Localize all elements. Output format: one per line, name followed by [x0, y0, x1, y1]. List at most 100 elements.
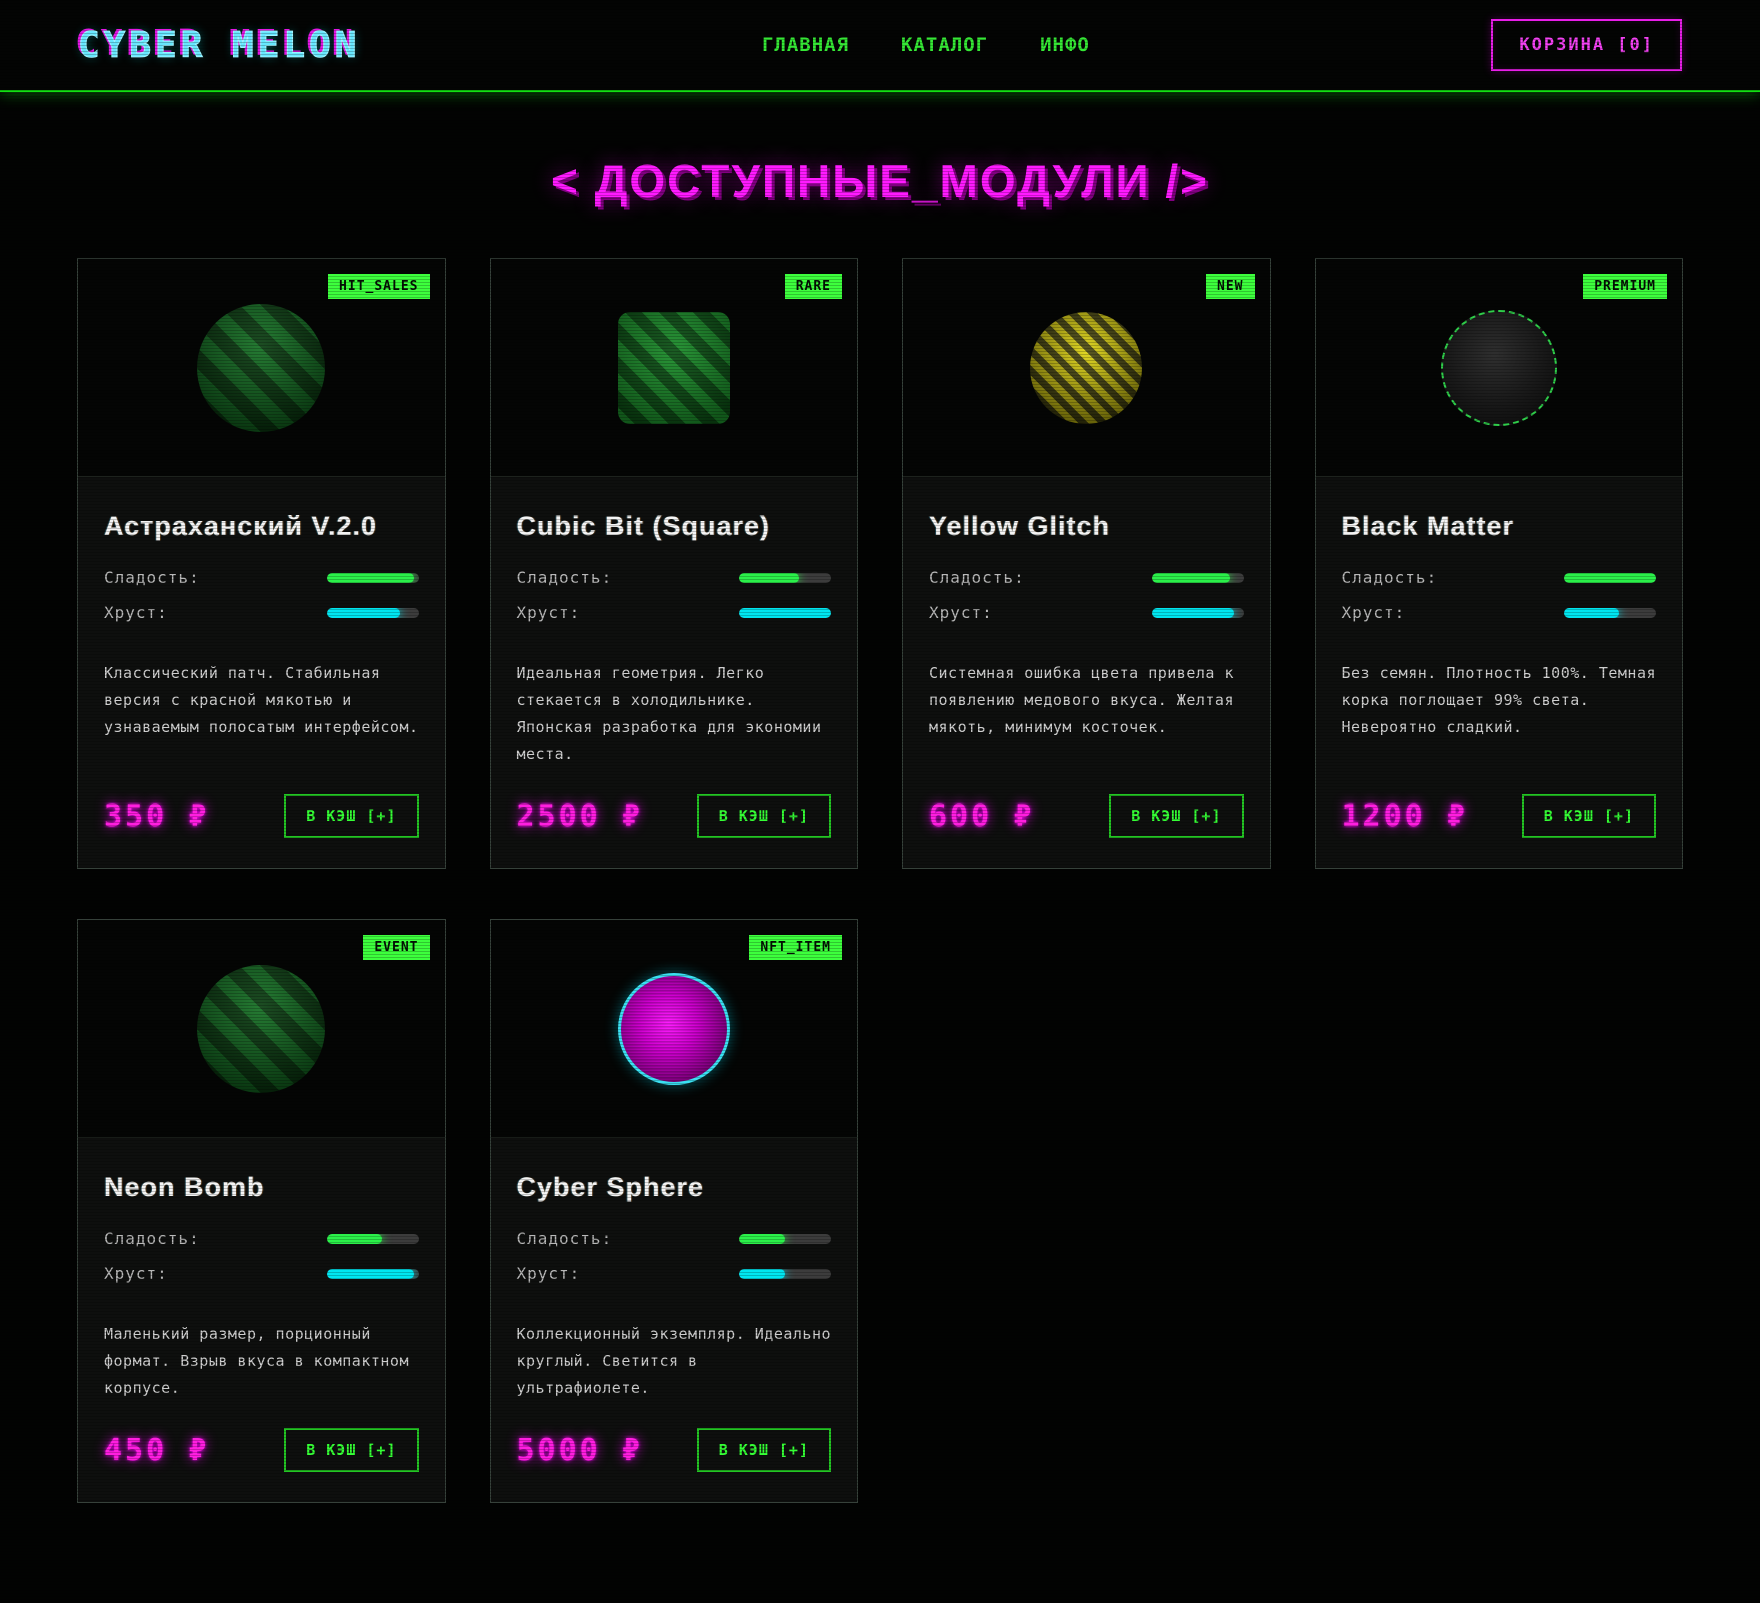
product-image: [197, 304, 325, 432]
crunch-label: Хруст:: [517, 1264, 581, 1283]
crunch-stat-row: Хруст:: [1342, 603, 1657, 622]
product-title: Cubic Bit (Square): [517, 511, 832, 542]
sweetness-stat-row: Сладость:: [929, 568, 1244, 587]
product-description: Классический патч. Стабильная версия с к…: [104, 660, 419, 741]
sweetness-label: Сладость:: [517, 568, 613, 587]
sweetness-bar: [739, 573, 831, 583]
sweetness-bar: [1152, 573, 1244, 583]
product-grid: HIT_SALES Астраханский V.2.0 Сладость: Х…: [77, 258, 1683, 1603]
crunch-stat-row: Хруст:: [929, 603, 1244, 622]
crunch-stat-row: Хруст:: [517, 603, 832, 622]
add-to-cart-button[interactable]: В КЭШ [+]: [697, 794, 831, 838]
product-description: Идеальная геометрия. Легко стекается в х…: [517, 660, 832, 768]
crunch-bar-fill: [327, 1269, 414, 1279]
add-to-cart-button[interactable]: В КЭШ [+]: [284, 794, 418, 838]
product-image-area: HIT_SALES: [78, 259, 445, 477]
product-card: EVENT Neon Bomb Сладость: Хруст: Маленьк…: [77, 919, 446, 1503]
product-badge: RARE: [785, 274, 842, 299]
sweetness-label: Сладость:: [104, 1229, 200, 1248]
crunch-label: Хруст:: [104, 603, 168, 622]
product-card-footer: 2500 ₽ В КЭШ [+]: [517, 768, 832, 838]
product-card-body: Астраханский V.2.0 Сладость: Хруст: Клас…: [78, 477, 445, 868]
crunch-bar-fill: [739, 1269, 785, 1279]
product-card-body: Yellow Glitch Сладость: Хруст: Системная…: [903, 477, 1270, 868]
site-logo: CYBER MELON: [78, 25, 360, 66]
crunch-bar: [327, 1269, 419, 1279]
site-header: CYBER MELON ГЛАВНАЯ КАТАЛОГ ИНФО КОРЗИНА…: [0, 0, 1760, 92]
add-to-cart-button[interactable]: В КЭШ [+]: [1109, 794, 1243, 838]
product-badge: NEW: [1206, 274, 1254, 299]
sweetness-bar: [327, 1234, 419, 1244]
crunch-label: Хруст:: [929, 603, 993, 622]
sweetness-bar-fill: [1152, 573, 1230, 583]
nav-link-info[interactable]: ИНФО: [1040, 34, 1090, 56]
product-image: [618, 312, 730, 424]
product-card-footer: 450 ₽ В КЭШ [+]: [104, 1402, 419, 1472]
product-description: Системная ошибка цвета привела к появлен…: [929, 660, 1244, 741]
product-card: RARE Cubic Bit (Square) Сладость: Хруст:…: [490, 258, 859, 869]
product-card-body: Cubic Bit (Square) Сладость: Хруст: Идеа…: [491, 477, 858, 868]
product-card: HIT_SALES Астраханский V.2.0 Сладость: Х…: [77, 258, 446, 869]
product-card-footer: 1200 ₽ В КЭШ [+]: [1342, 768, 1657, 838]
sweetness-stat-row: Сладость:: [1342, 568, 1657, 587]
add-to-cart-button[interactable]: В КЭШ [+]: [284, 1428, 418, 1472]
product-image-area: NEW: [903, 259, 1270, 477]
sweetness-stat-row: Сладость:: [517, 568, 832, 587]
main-nav: ГЛАВНАЯ КАТАЛОГ ИНФО: [360, 34, 1491, 56]
sweetness-stat-row: Сладость:: [104, 568, 419, 587]
product-card-footer: 5000 ₽ В КЭШ [+]: [517, 1402, 832, 1472]
add-to-cart-button[interactable]: В КЭШ [+]: [697, 1428, 831, 1472]
product-card: PREMIUM Black Matter Сладость: Хруст: Бе…: [1315, 258, 1684, 869]
crunch-label: Хруст:: [1342, 603, 1406, 622]
product-badge: NFT_ITEM: [749, 935, 842, 960]
product-price: 1200 ₽: [1342, 799, 1468, 834]
sweetness-stat-row: Сладость:: [517, 1229, 832, 1248]
crunch-label: Хруст:: [104, 1264, 168, 1283]
product-card-body: Black Matter Сладость: Хруст: Без семян.…: [1316, 477, 1683, 868]
product-card-footer: 350 ₽ В КЭШ [+]: [104, 768, 419, 838]
sweetness-bar-fill: [327, 1234, 382, 1244]
crunch-stat-row: Хруст:: [517, 1264, 832, 1283]
crunch-bar-fill: [1152, 608, 1235, 618]
product-badge: PREMIUM: [1583, 274, 1667, 299]
sweetness-bar-fill: [327, 573, 414, 583]
crunch-label: Хруст:: [517, 603, 581, 622]
product-card: NFT_ITEM Cyber Sphere Сладость: Хруст: К…: [490, 919, 859, 1503]
crunch-bar-fill: [1564, 608, 1619, 618]
sweetness-bar: [1564, 573, 1656, 583]
crunch-bar: [739, 1269, 831, 1279]
product-title: Астраханский V.2.0: [104, 511, 419, 542]
crunch-stat-row: Хруст:: [104, 1264, 419, 1283]
product-image: [618, 973, 730, 1085]
product-image: [1030, 312, 1142, 424]
cart-button[interactable]: КОРЗИНА [0]: [1491, 19, 1682, 71]
sweetness-bar-fill: [1564, 573, 1656, 583]
sweetness-label: Сладость:: [517, 1229, 613, 1248]
sweetness-label: Сладость:: [104, 568, 200, 587]
product-description: Маленький размер, порционный формат. Взр…: [104, 1321, 419, 1402]
sweetness-label: Сладость:: [1342, 568, 1438, 587]
product-card-body: Cyber Sphere Сладость: Хруст: Коллекцион…: [491, 1138, 858, 1502]
product-description: Коллекционный экземпляр. Идеально круглы…: [517, 1321, 832, 1402]
nav-link-home[interactable]: ГЛАВНАЯ: [762, 34, 849, 56]
page-title: < ДОСТУПНЫЕ_МОДУЛИ />: [0, 154, 1760, 208]
product-image-area: RARE: [491, 259, 858, 477]
sweetness-stat-row: Сладость:: [104, 1229, 419, 1248]
product-title: Black Matter: [1342, 511, 1657, 542]
crunch-bar: [1152, 608, 1244, 618]
product-title: Neon Bomb: [104, 1172, 419, 1203]
add-to-cart-button[interactable]: В КЭШ [+]: [1522, 794, 1656, 838]
product-card-footer: 600 ₽ В КЭШ [+]: [929, 768, 1244, 838]
crunch-bar: [327, 608, 419, 618]
crunch-stat-row: Хруст:: [104, 603, 419, 622]
crunch-bar-fill: [739, 608, 831, 618]
sweetness-bar-fill: [739, 573, 799, 583]
product-image: [1441, 310, 1557, 426]
product-badge: EVENT: [363, 935, 429, 960]
product-image-area: NFT_ITEM: [491, 920, 858, 1138]
product-image-area: EVENT: [78, 920, 445, 1138]
product-card: NEW Yellow Glitch Сладость: Хруст: Систе…: [902, 258, 1271, 869]
nav-link-catalog[interactable]: КАТАЛОГ: [901, 34, 988, 56]
product-image-area: PREMIUM: [1316, 259, 1683, 477]
product-card-body: Neon Bomb Сладость: Хруст: Маленький раз…: [78, 1138, 445, 1502]
